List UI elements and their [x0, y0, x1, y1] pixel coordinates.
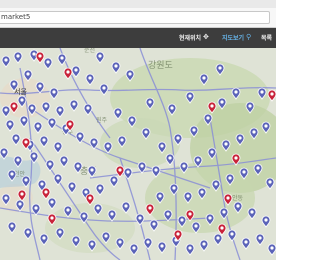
map-canvas[interactable]: 서울강원도충청원주춘천청주천안안동	[0, 48, 276, 260]
address-bar: market5	[0, 8, 276, 28]
map-label: 안동	[232, 194, 244, 202]
nav-list[interactable]: 목록	[261, 33, 272, 42]
nav-current-location[interactable]: 현재위치	[179, 33, 201, 42]
map-view[interactable]: 서울강원도충청원주춘천청주천안안동	[0, 48, 276, 260]
url-text: market5	[1, 13, 31, 21]
map-label: 강원도	[148, 60, 173, 71]
map-pin-icon: ⚲	[246, 33, 252, 41]
crosshair-icon: ✥	[203, 33, 209, 41]
nav-map-view[interactable]: 지도보기	[222, 33, 244, 42]
map-label: 원주	[96, 116, 108, 124]
map-label: 춘천	[84, 48, 95, 54]
url-field[interactable]: market5	[0, 11, 270, 24]
top-navbar: 현재위치 ✥ 지도보기 ⚲ 목록	[0, 28, 276, 48]
